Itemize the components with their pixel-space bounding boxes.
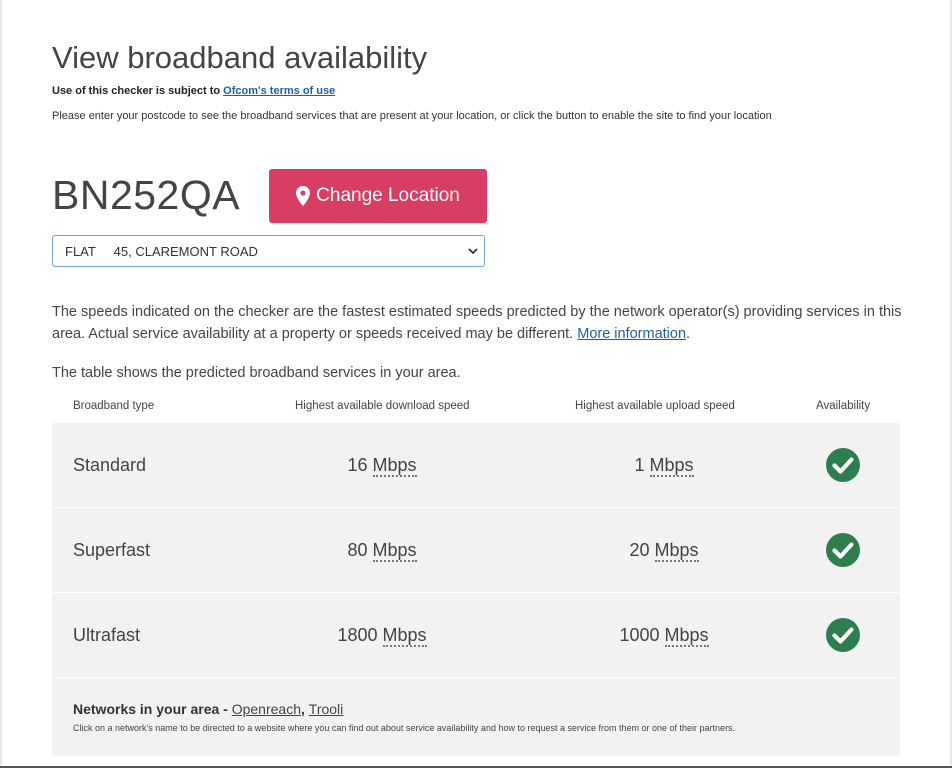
table-row: Superfast 80 Mbps 20 Mbps xyxy=(52,508,900,593)
postcode-display: BN252QA xyxy=(52,172,241,218)
upload-value: 1000 xyxy=(619,625,660,645)
more-information-link[interactable]: More information xyxy=(577,326,686,342)
upload-unit: Mbps xyxy=(649,455,694,477)
header-broadband-type: Broadband type xyxy=(73,400,155,412)
speeds-disclaimer-suffix: . xyxy=(686,326,691,342)
networks-label: Networks in your area - xyxy=(73,701,232,717)
broadband-table: Standard 16 Mbps 1 Mbps Superfast 80 Mbp… xyxy=(52,423,900,756)
networks-section: Networks in your area - Openreach, Trool… xyxy=(52,678,900,756)
upload-speed: 1000 Mbps xyxy=(560,625,768,647)
instructions-text: Please enter your postcode to see the br… xyxy=(52,110,772,122)
upload-value: 1 xyxy=(634,455,645,475)
speeds-disclaimer: The speeds indicated on the checker are … xyxy=(52,301,902,345)
upload-unit: Mbps xyxy=(654,540,699,562)
terms-prefix: Use of this checker is subject to xyxy=(52,85,224,97)
networks-note: Click on a network's name to be directed… xyxy=(73,723,736,733)
download-value: 80 xyxy=(347,540,368,560)
header-availability: Availability xyxy=(816,400,871,412)
network-link-trooli[interactable]: Trooli xyxy=(309,701,344,717)
check-circle-icon xyxy=(826,533,860,567)
change-location-label: Change Location xyxy=(316,185,460,206)
speeds-disclaimer-text: The speeds indicated on the checker are … xyxy=(52,304,902,342)
upload-unit: Mbps xyxy=(664,625,709,647)
table-row: Standard 16 Mbps 1 Mbps xyxy=(52,423,900,508)
download-value: 1800 xyxy=(337,625,378,645)
page-title: View broadband availability xyxy=(52,40,428,75)
networks-separator: , xyxy=(301,701,309,717)
download-value: 16 xyxy=(347,455,368,475)
check-circle-icon xyxy=(826,448,860,482)
address-select[interactable]: FLAT 45, CLAREMONT ROAD xyxy=(52,235,485,267)
download-speed: 1800 Mbps xyxy=(278,625,486,647)
download-unit: Mbps xyxy=(382,625,427,647)
download-speed: 16 Mbps xyxy=(278,455,486,477)
terms-link[interactable]: Ofcom's terms of use xyxy=(223,85,335,97)
table-header: Broadband type Highest available downloa… xyxy=(52,400,900,420)
broadband-type: Superfast xyxy=(73,540,151,560)
window-left-edge xyxy=(0,0,2,768)
network-link-openreach[interactable]: Openreach xyxy=(232,701,301,717)
header-upload-speed: Highest available upload speed xyxy=(575,400,735,412)
chevron-down-icon xyxy=(468,248,478,255)
upload-value: 20 xyxy=(629,540,650,560)
table-row: Ultrafast 1800 Mbps 1000 Mbps xyxy=(52,593,900,678)
map-pin-icon xyxy=(296,186,311,206)
check-circle-icon xyxy=(826,618,860,652)
change-location-button[interactable]: Change Location xyxy=(269,169,487,223)
table-intro: The table shows the predicted broadband … xyxy=(52,365,461,381)
address-selected-value: FLAT 45, CLAREMONT ROAD xyxy=(65,243,258,259)
upload-speed: 1 Mbps xyxy=(560,455,768,477)
upload-speed: 20 Mbps xyxy=(560,540,768,562)
networks-title: Networks in your area - Openreach, Trool… xyxy=(73,701,343,717)
header-download-speed: Highest available download speed xyxy=(295,400,470,412)
broadband-type: Standard xyxy=(73,455,147,475)
download-unit: Mbps xyxy=(372,540,417,562)
broadband-type: Ultrafast xyxy=(73,625,141,645)
download-speed: 80 Mbps xyxy=(278,540,486,562)
download-unit: Mbps xyxy=(372,455,417,477)
terms-notice: Use of this checker is subject to Ofcom'… xyxy=(52,85,335,97)
